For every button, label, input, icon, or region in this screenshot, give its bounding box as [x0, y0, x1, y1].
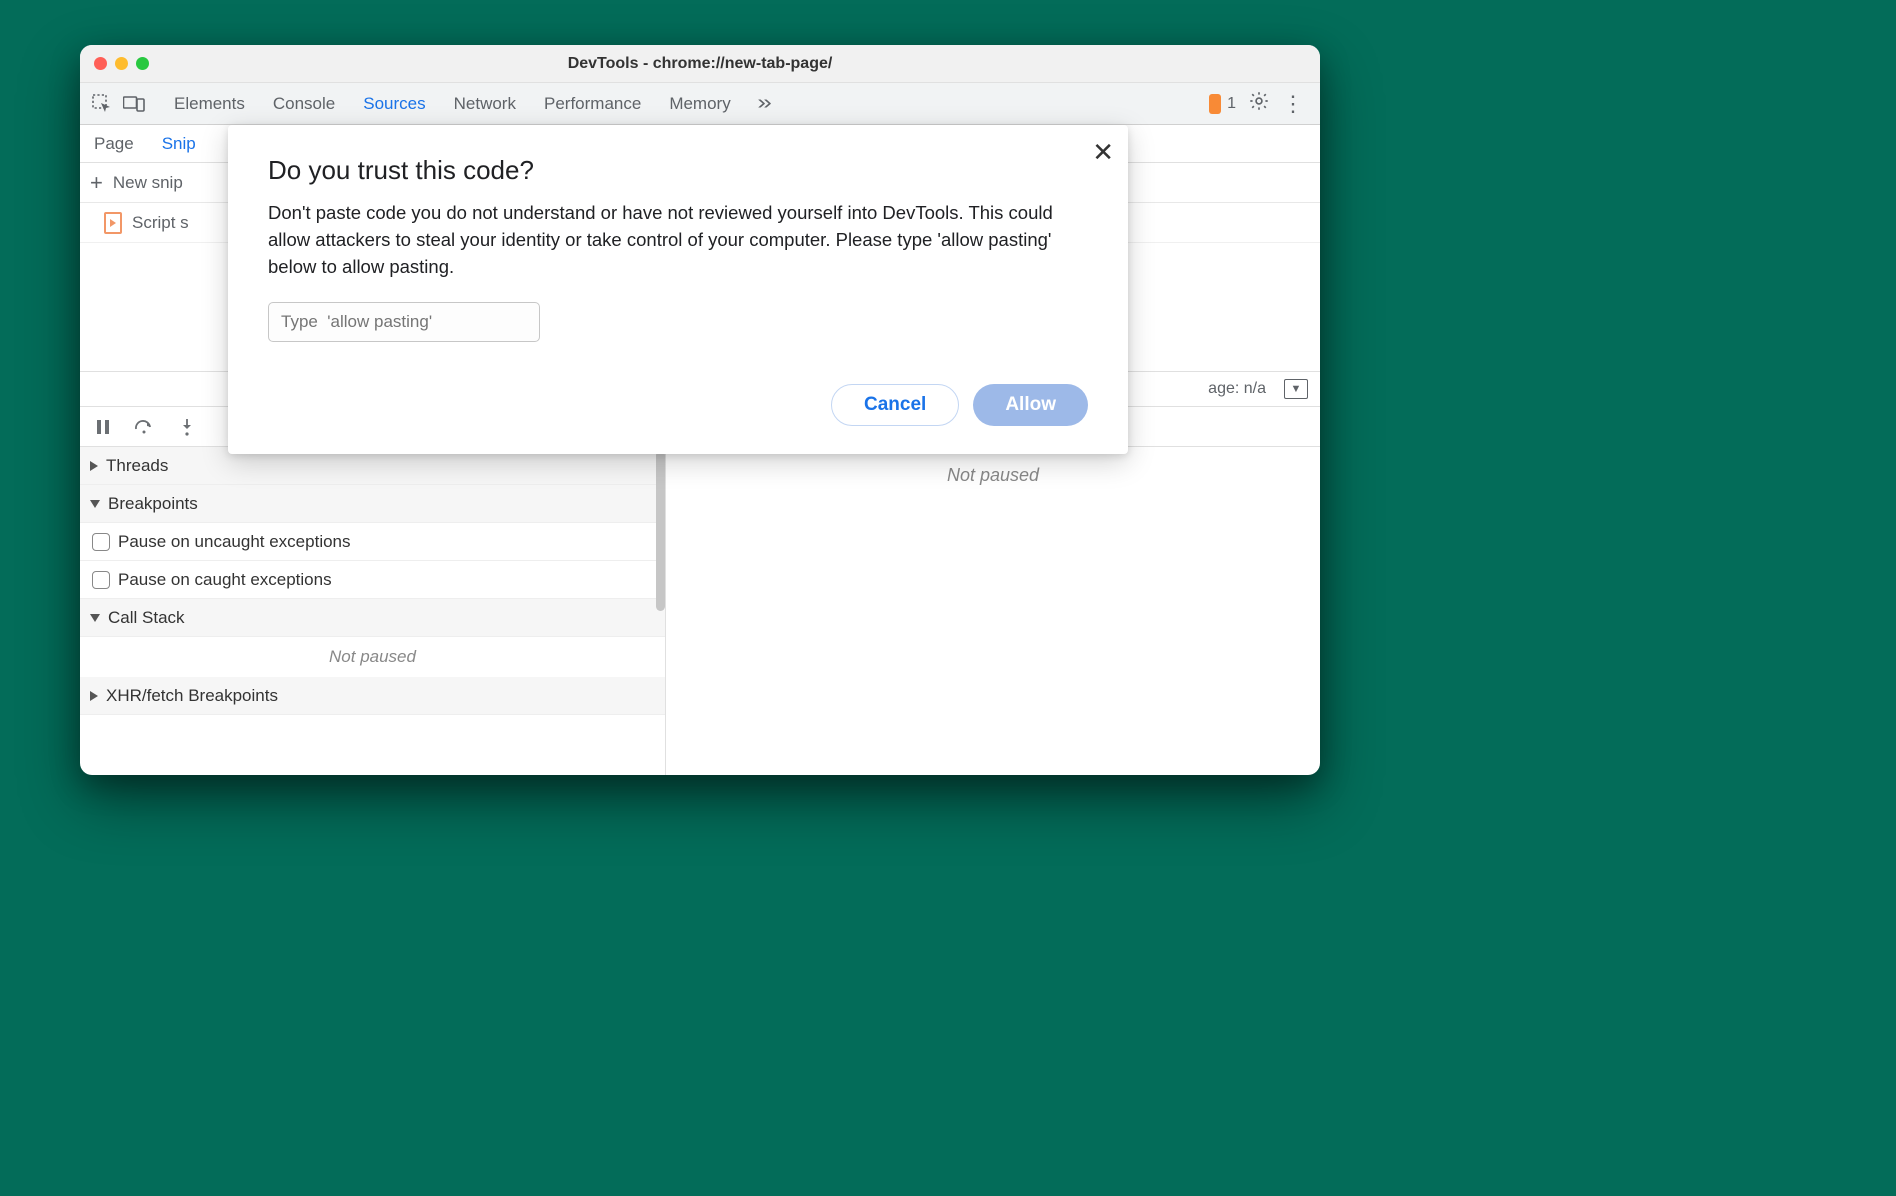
- warning-count: 1: [1227, 95, 1236, 113]
- tab-memory[interactable]: Memory: [669, 94, 730, 114]
- inspect-element-icon[interactable]: [88, 90, 116, 118]
- warnings-indicator[interactable]: 1: [1209, 94, 1236, 114]
- plus-icon: +: [90, 172, 103, 194]
- dialog-body: Don't paste code you do not understand o…: [268, 200, 1088, 280]
- subtab-page[interactable]: Page: [94, 134, 134, 154]
- allow-button[interactable]: Allow: [973, 384, 1088, 426]
- cancel-button[interactable]: Cancel: [831, 384, 959, 426]
- pause-uncaught-label: Pause on uncaught exceptions: [118, 532, 351, 552]
- new-snippet-label: New snip: [113, 173, 183, 193]
- devtools-window: DevTools - chrome://new-tab-page/ Elemen…: [80, 45, 1320, 775]
- pause-caught-row[interactable]: Pause on caught exceptions: [80, 561, 665, 599]
- snippet-name: Script s: [132, 213, 189, 233]
- expand-icon: [90, 461, 98, 471]
- tab-console[interactable]: Console: [273, 94, 335, 114]
- traffic-lights: [94, 57, 149, 70]
- coverage-dropdown-icon[interactable]: ▼: [1284, 379, 1308, 399]
- main-toolbar: Elements Console Sources Network Perform…: [80, 83, 1320, 125]
- close-icon[interactable]: ✕: [1092, 137, 1114, 168]
- dialog-title: Do you trust this code?: [268, 155, 1088, 186]
- xhr-label: XHR/fetch Breakpoints: [106, 686, 278, 706]
- tab-network[interactable]: Network: [454, 94, 516, 114]
- call-stack-header[interactable]: Call Stack: [80, 599, 665, 637]
- checkbox-caught[interactable]: [92, 571, 110, 589]
- trust-code-dialog: ✕ Do you trust this code? Don't paste co…: [228, 125, 1128, 454]
- not-paused-label: Not paused: [947, 465, 1039, 486]
- pause-icon[interactable]: [92, 416, 114, 438]
- pause-uncaught-row[interactable]: Pause on uncaught exceptions: [80, 523, 665, 561]
- more-tabs-icon[interactable]: »: [757, 92, 771, 115]
- settings-icon[interactable]: [1248, 90, 1270, 117]
- window-title: DevTools - chrome://new-tab-page/: [80, 55, 1320, 73]
- threads-label: Threads: [106, 456, 168, 476]
- expand-icon: [90, 691, 98, 701]
- snippet-file-icon: [104, 212, 122, 234]
- dialog-buttons: Cancel Allow: [268, 384, 1088, 426]
- debugger-right-pane: Not paused: [666, 447, 1320, 775]
- step-over-icon[interactable]: [134, 416, 156, 438]
- warning-icon: [1209, 94, 1221, 114]
- call-stack-empty: Not paused: [80, 637, 665, 677]
- checkbox-uncaught[interactable]: [92, 533, 110, 551]
- scrollbar-thumb[interactable]: [656, 451, 665, 611]
- debugger-left-pane: Threads Breakpoints Pause on uncaught ex…: [80, 447, 666, 775]
- toolbar-right: 1 ⋮: [1209, 90, 1304, 117]
- tab-performance[interactable]: Performance: [544, 94, 641, 114]
- step-into-icon[interactable]: [176, 416, 198, 438]
- tab-elements[interactable]: Elements: [174, 94, 245, 114]
- device-toolbar-icon[interactable]: [120, 90, 148, 118]
- pause-caught-label: Pause on caught exceptions: [118, 570, 332, 590]
- collapse-icon: [90, 614, 100, 622]
- window-titlebar: DevTools - chrome://new-tab-page/: [80, 45, 1320, 83]
- xhr-breakpoints-header[interactable]: XHR/fetch Breakpoints: [80, 677, 665, 715]
- close-window-button[interactable]: [94, 57, 107, 70]
- minimize-window-button[interactable]: [115, 57, 128, 70]
- call-stack-label: Call Stack: [108, 608, 185, 628]
- breakpoints-header[interactable]: Breakpoints: [80, 485, 665, 523]
- tab-sources[interactable]: Sources: [363, 94, 425, 114]
- debugger-panels: Threads Breakpoints Pause on uncaught ex…: [80, 447, 1320, 775]
- subtab-snippets[interactable]: Snip: [162, 134, 196, 154]
- maximize-window-button[interactable]: [136, 57, 149, 70]
- main-tabs: Elements Console Sources Network Perform…: [174, 92, 770, 115]
- breakpoints-label: Breakpoints: [108, 494, 198, 514]
- coverage-label: age: n/a: [1208, 380, 1266, 398]
- collapse-icon: [90, 500, 100, 508]
- allow-pasting-input[interactable]: [268, 302, 540, 342]
